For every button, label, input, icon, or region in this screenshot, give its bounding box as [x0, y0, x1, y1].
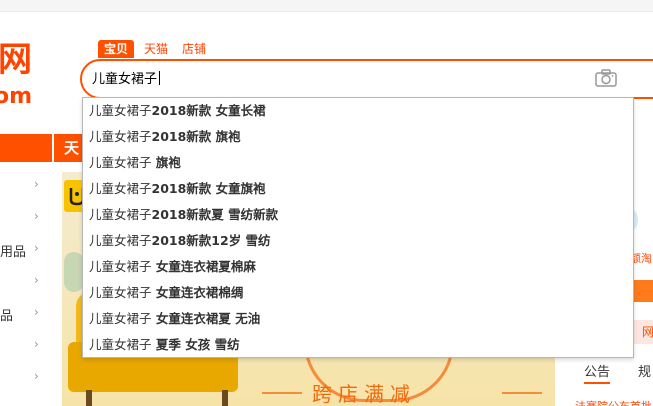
sofa-leg: [86, 390, 92, 406]
chevron-right-icon: ›: [34, 209, 39, 223]
chevron-right-icon: ›: [34, 337, 39, 351]
notice-link[interactable]: 法赛院公布首批: [575, 398, 652, 406]
category-header: [0, 134, 52, 162]
plant-image: [64, 252, 84, 292]
suggestion-item[interactable]: 儿童女裙子 旗袍: [83, 150, 633, 176]
suggestion-item[interactable]: 儿童女裙子2018新款 旗袍: [83, 124, 633, 150]
text-caret: [159, 71, 161, 85]
suggestion-item[interactable]: 儿童女裙子2018新款 女童旗袍: [83, 176, 633, 202]
category-item[interactable]: ›: [0, 177, 48, 197]
suggestion-item[interactable]: 儿童女裙子2018新款夏 雪纺新款: [83, 202, 633, 228]
category-item[interactable]: ›: [0, 273, 48, 293]
page: 网 om 宝贝 天猫 店铺 儿童女裙子 天 › › 用品› › 品› › ›: [0, 0, 653, 406]
search-suggestions-dropdown: 儿童女裙子2018新款 女童长裙 儿童女裙子2018新款 旗袍 儿童女裙子 旗袍…: [82, 97, 634, 358]
suggestion-item[interactable]: 儿童女裙子2018新款 女童长裙: [83, 98, 633, 124]
divider: [262, 392, 302, 394]
category-item[interactable]: ›: [0, 369, 48, 389]
sofa-leg: [222, 390, 228, 406]
category-item[interactable]: 用品 ›: [0, 241, 48, 261]
tab-baobei[interactable]: 宝贝: [98, 40, 135, 58]
tab-tmall[interactable]: 天猫: [144, 40, 168, 58]
taobao-logo-domain[interactable]: om: [0, 86, 32, 108]
search-input[interactable]: 儿童女裙子: [92, 69, 161, 91]
suggestion-item[interactable]: 儿童女裙子 女童连衣裙棉绸: [83, 280, 633, 306]
chevron-right-icon: ›: [34, 273, 39, 287]
chevron-right-icon: ›: [34, 305, 39, 319]
chevron-right-icon: ›: [34, 241, 39, 255]
top-nav-bar: [0, 0, 653, 12]
promo-text: 跨店满减: [312, 382, 416, 406]
tab-shop[interactable]: 店铺: [182, 40, 206, 58]
suggestion-item[interactable]: 儿童女裙子 夏季 女孩 雪纺: [83, 332, 633, 358]
category-item[interactable]: ›: [0, 337, 48, 357]
taobao-logo[interactable]: 网: [0, 40, 32, 80]
tab-notice[interactable]: 公告: [584, 361, 611, 384]
chevron-right-icon: ›: [34, 177, 39, 191]
search-box: 儿童女裙子: [80, 59, 653, 99]
search-tabs: 宝贝 天猫 店铺: [98, 39, 220, 59]
category-item[interactable]: 品 ›: [0, 305, 48, 325]
chevron-right-icon: ›: [34, 369, 39, 383]
suggestion-item[interactable]: 儿童女裙子 女童连衣裙夏 无油: [83, 306, 633, 332]
suggestion-item[interactable]: 儿童女裙子2018新款12岁 雪纺: [83, 228, 633, 254]
category-item[interactable]: ›: [0, 209, 48, 229]
camera-icon[interactable]: [595, 69, 617, 87]
divider: [502, 392, 542, 394]
tab-rules[interactable]: 规: [638, 361, 651, 380]
suggestion-item[interactable]: 儿童女裙子 女童连衣裙夏棉麻: [83, 254, 633, 280]
